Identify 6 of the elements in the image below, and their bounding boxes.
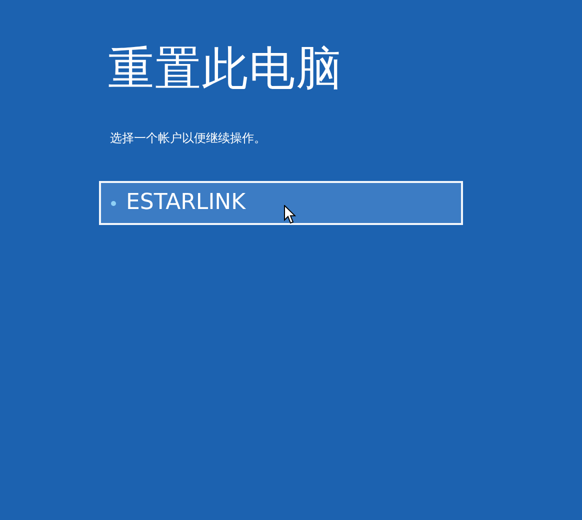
cursor-icon bbox=[284, 205, 296, 224]
account-item[interactable]: ESTARLINK bbox=[99, 181, 463, 225]
page-title: 重置此电脑 bbox=[108, 40, 344, 97]
bullet-icon bbox=[111, 200, 116, 206]
instruction-text: 选择一个帐户以便继续操作。 bbox=[110, 130, 267, 146]
account-name: ESTARLINK bbox=[126, 189, 246, 217]
